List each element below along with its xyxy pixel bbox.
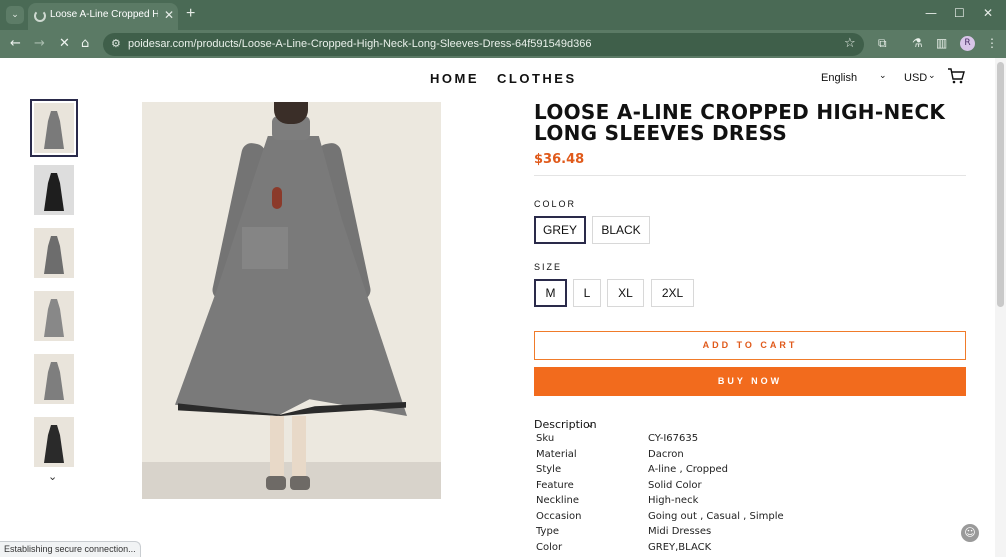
nav-clothes[interactable]: CLOTHES xyxy=(497,71,577,86)
spec-row: Style A-line , Cropped xyxy=(536,464,956,479)
spec-row: Material Dacron xyxy=(536,449,956,464)
chevron-down-icon: ⌄ xyxy=(879,71,887,81)
stop-loading-icon[interactable]: ✕ xyxy=(59,36,70,51)
spec-row: Sku CY-I67635 xyxy=(536,433,956,448)
color-label: COLOR xyxy=(534,199,577,209)
status-bar: Establishing secure connection... xyxy=(0,541,141,557)
site-info-icon[interactable]: ⚙ xyxy=(111,37,121,50)
spec-key: Type xyxy=(536,526,559,537)
thumbnail-1[interactable] xyxy=(30,99,78,157)
spec-row: Type Midi Dresses xyxy=(536,526,956,541)
size-option-m[interactable]: M xyxy=(534,279,567,307)
spec-value: A-line , Cropped xyxy=(648,464,728,475)
spec-key: Material xyxy=(536,449,577,460)
browser-tab-bar: ⌄ Loose A-Line Cropped High-N ✕ + — ☐ ✕ xyxy=(0,0,1006,30)
tab-close-icon[interactable]: ✕ xyxy=(164,8,174,22)
thumbnails-scroll-down-icon[interactable]: ⌄ xyxy=(48,470,57,483)
new-tab-button[interactable]: + xyxy=(186,5,195,23)
spec-value: Dacron xyxy=(648,449,684,460)
spec-value: High-neck xyxy=(648,495,699,506)
spec-row: Feature Solid Color xyxy=(536,480,956,495)
size-option-xl[interactable]: XL xyxy=(607,279,644,307)
language-select[interactable]: English xyxy=(821,72,857,84)
thumbnail-3[interactable] xyxy=(34,228,74,278)
forward-icon[interactable]: → xyxy=(34,36,45,51)
cart-icon[interactable] xyxy=(947,68,965,84)
spec-row: Occasion Going out , Casual , Simple xyxy=(536,511,956,526)
size-label: SIZE xyxy=(534,262,563,272)
product-title: LOOSE A-LINE CROPPED HIGH-NECK LONG SLEE… xyxy=(534,100,946,145)
color-option-grey[interactable]: GREY xyxy=(534,216,586,244)
chevron-down-icon: ⌄ xyxy=(928,71,936,81)
spec-row: Neckline High-neck xyxy=(536,495,956,510)
extensions-icon[interactable]: ⧉ xyxy=(878,36,887,51)
bookmark-star-icon[interactable]: ☆ xyxy=(844,36,856,51)
currency-select[interactable]: USD xyxy=(904,72,927,84)
spec-key: Sku xyxy=(536,433,555,444)
home-icon[interactable]: ⌂ xyxy=(81,36,89,51)
maximize-icon[interactable]: ☐ xyxy=(954,6,965,20)
divider xyxy=(534,175,966,176)
spec-key: Color xyxy=(536,542,563,553)
url-text[interactable]: poidesar.com/products/Loose-A-Line-Cropp… xyxy=(128,38,591,50)
browser-menu-icon[interactable]: ⋮ xyxy=(986,36,998,50)
size-option-2xl[interactable]: 2XL xyxy=(651,279,694,307)
thumbnail-6[interactable] xyxy=(34,417,74,467)
profile-avatar[interactable]: R xyxy=(960,36,975,51)
thumbnail-4[interactable] xyxy=(34,291,74,341)
window-close-icon[interactable]: ✕ xyxy=(983,6,993,20)
spec-value: Going out , Casual , Simple xyxy=(648,511,784,522)
minimize-icon[interactable]: — xyxy=(925,6,937,20)
scrollbar-thumb[interactable] xyxy=(997,62,1004,307)
product-price: $36.48 xyxy=(534,152,585,167)
add-to-cart-button[interactable]: ADD TO CART xyxy=(534,331,966,360)
color-option-black[interactable]: BLACK xyxy=(592,216,650,244)
spec-row: Color GREY,BLACK xyxy=(536,542,956,557)
size-option-l[interactable]: L xyxy=(573,279,601,307)
buy-now-button[interactable]: BUY NOW xyxy=(534,367,966,396)
spec-value: Solid Color xyxy=(648,480,702,491)
side-panel-icon[interactable]: ▥ xyxy=(936,36,947,50)
tab-search-icon[interactable]: ⌄ xyxy=(6,6,24,24)
back-icon[interactable]: ← xyxy=(10,36,21,51)
browser-tab[interactable]: Loose A-Line Cropped High-N ✕ xyxy=(28,3,178,30)
page-content: HOME CLOTHES English ⌄ USD ⌄ ⌄ LOOSE A-L… xyxy=(0,58,995,557)
spec-value: GREY,BLACK xyxy=(648,542,712,553)
product-main-image[interactable] xyxy=(142,102,441,499)
labs-flask-icon[interactable]: ⚗ xyxy=(912,36,923,50)
thumbnail-2[interactable] xyxy=(34,165,74,215)
thumbnail-5[interactable] xyxy=(34,354,74,404)
tab-title: Loose A-Line Cropped High-N xyxy=(50,9,158,20)
page-scrollbar[interactable] xyxy=(995,58,1006,557)
spec-value: Midi Dresses xyxy=(648,526,712,537)
chevron-down-icon[interactable]: ⌄ xyxy=(586,419,594,430)
spec-key: Occasion xyxy=(536,511,582,522)
spec-key: Style xyxy=(536,464,562,475)
browser-toolbar: ← → ✕ ⌂ ⚙ poidesar.com/products/Loose-A-… xyxy=(0,30,1006,58)
nav-home[interactable]: HOME xyxy=(430,71,479,86)
spec-key: Neckline xyxy=(536,495,579,506)
address-bar[interactable]: ⚙ poidesar.com/products/Loose-A-Line-Cro… xyxy=(103,33,864,56)
loading-spinner-icon xyxy=(34,10,46,22)
support-chat-icon[interactable]: ☺ xyxy=(961,524,979,542)
spec-key: Feature xyxy=(536,480,574,491)
spec-value: CY-I67635 xyxy=(648,433,699,444)
